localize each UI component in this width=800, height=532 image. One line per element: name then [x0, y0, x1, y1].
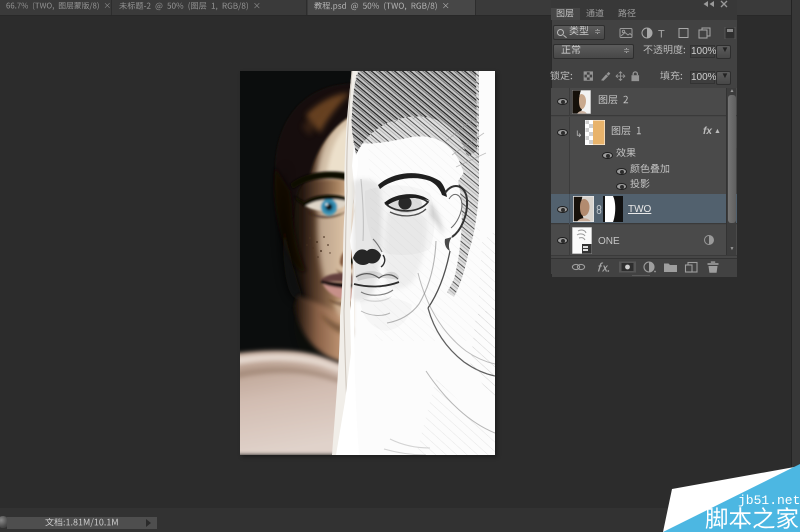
svg-text:jb51.net: jb51.net [738, 493, 800, 508]
svg-text:T: T [658, 29, 665, 40]
